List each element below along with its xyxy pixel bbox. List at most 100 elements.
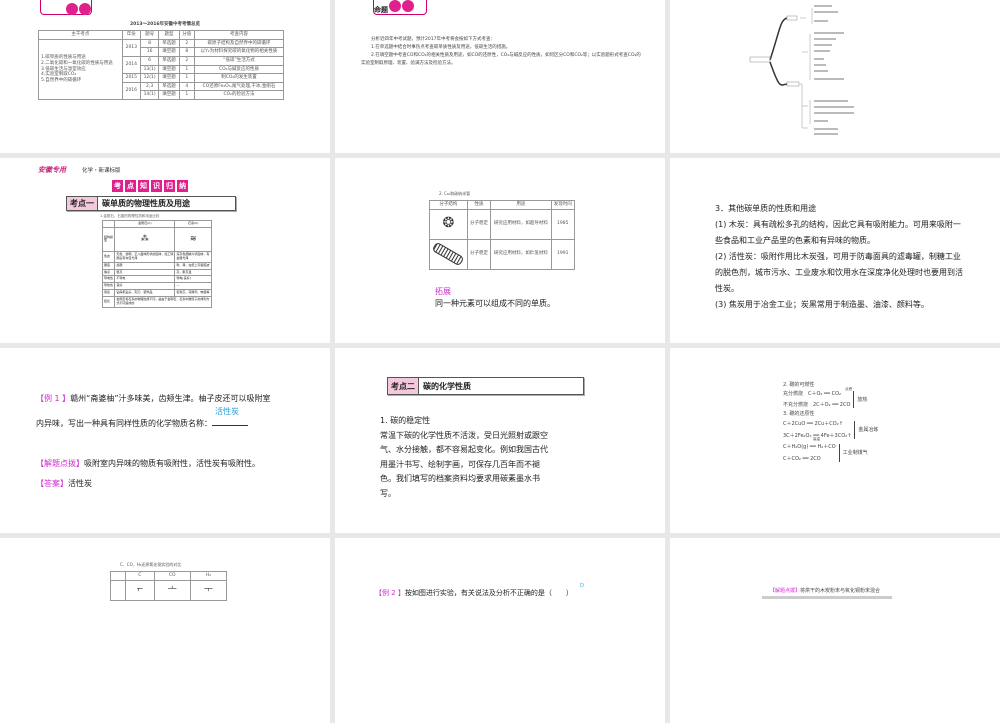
text: 1985: [550, 208, 575, 240]
section-banner: 考 点 知 识 归 纳: [112, 180, 188, 192]
text: 归: [164, 180, 175, 192]
text: 【例 1 】: [36, 394, 71, 403]
text: 碳的化学性质: [423, 381, 471, 391]
slide-thumbnail-1[interactable]: 2013～2016年安徽中考考情总览 主干考点 年份 题号 题型 分值 考查内容 1.碳单…: [0, 0, 330, 153]
slide-thumbnail-12[interactable]: 【解题点拨】将烘干的木炭粉末与氧化铜粉末混合: [670, 538, 1000, 723]
table-row: 分子结构 性质 用途 发现时间: [429, 200, 575, 210]
text: 2013: [121, 38, 141, 57]
text: 很高: [114, 268, 176, 277]
table-row: 硬度 最硬 软、滑，在纸上可留痕迹: [101, 261, 212, 270]
text: 结论: [101, 296, 116, 308]
text: C＋CO₂ ══ 2CO: [783, 456, 821, 462]
slide-thumbnail-9[interactable]: 2. 碳的可燃性 充分燃烧 C＋O₂ ══ CO₂ 不充分燃烧 2C＋O₂ ══ …: [670, 348, 1000, 533]
apparatus-c-icon: ┳━: [125, 579, 155, 601]
graphite-structure-icon: ≋: [174, 226, 212, 252]
text: 最硬: [114, 261, 176, 270]
exam-table: 主干考点 年份 题号 题型 分值 考查内容 1.碳单质的性质与用途 2.二氧化碳和一氧化碳的…: [38, 30, 285, 101]
text: 考点一: [67, 197, 98, 210]
text: 工业制煤气: [842, 450, 868, 456]
slide-thumbnail-5[interactable]: 2. C₆₀和碳纳米管 分子结构 性质 用途 发现时间 ❂ 分子稳定 研究应用材料，如超导…: [335, 158, 665, 343]
table-row: 用途 钻探机钻头、刻刀、装饰品 铅笔芯、润滑剂、电极等: [101, 289, 212, 298]
th: 年份: [121, 30, 141, 40]
text: 熔点: [101, 268, 116, 277]
text: 点燃: [845, 387, 852, 391]
text: 2.二氧化碳和一氧化碳的性质与用途: [41, 60, 113, 66]
text: 碳原子结构及自然界中的碳循环: [193, 38, 285, 49]
text: 单选题: [158, 55, 180, 66]
element: 内异味，写出一种具有同样性质的化学物质名称： 活性炭: [36, 407, 296, 432]
text: 1. 碳的稳定性: [380, 416, 431, 425]
text: 1: [178, 64, 195, 75]
text: “低碳”生活方式: [193, 55, 285, 66]
text: 将烘干的木炭粉末与氧化铜粉末混合: [800, 588, 881, 594]
answer-mark: D: [580, 583, 584, 589]
c60-nanotube-table: 分子结构 性质 用途 发现时间 ❂ 分子稳定 研究应用材料，如超导材料 1985 分子稳定研…: [429, 200, 575, 270]
slide-thumbnail-11[interactable]: 【例 2 】按如图进行实验，有关说法及分析不正确的是（ ） D: [335, 538, 665, 723]
slide-thumbnail-2[interactable]: 命题 分析近四年中考试题，预计2017年中考将会按如下方式考查： 1.在单选题中…: [335, 0, 665, 153]
text: 研究应用材料，如超导材料: [490, 208, 552, 240]
table-row: 金刚石(C) 石墨(C): [101, 220, 212, 228]
subject-label: 化学・新课标版: [82, 168, 121, 174]
table-row: 导电性 不导电 导电(良好): [101, 275, 212, 284]
text: (2) 活性炭：吸附作用比木炭强，可用于防毒面具的滤毒罐，制糖工业的脱色剂，城市…: [715, 252, 963, 293]
table-title: 2. C₆₀和碳纳米管: [439, 191, 471, 196]
text: 赣州“斋婆柚”汁多味美，齿颊生津。柚子皮还可以吸附室: [70, 394, 271, 403]
table-cell: [110, 579, 126, 601]
text: 按如图进行实验，有关说法及分析不正确的是（ ）: [404, 589, 573, 597]
text: 5.自然界中的碳循环: [41, 77, 82, 83]
text: 无色、透明、正八面体形状的固体，加工琢磨后有夺目光泽: [114, 250, 176, 263]
text: 识: [151, 180, 162, 192]
solution-tip: 【解题点拨】将烘干的木炭粉末与氧化铜粉末混合: [770, 587, 880, 594]
element: C＋H₂O(g) ══ H₂＋CO C＋CO₂ ══ 2CO 工业制煤气: [783, 444, 893, 462]
text-line-fragment: [762, 596, 892, 599]
text: 碳单质的物理性质及用途: [102, 199, 190, 208]
text: 单选题: [158, 38, 180, 49]
table-row: ❂ 分子稳定 研究应用材料，如超导材料 1985: [429, 208, 575, 240]
text: [110, 571, 126, 581]
slide-thumbnail-4[interactable]: 安徽专用 化学・新课标版 考 点 知 识 归 纳 考点一 碳单质的物理性质及用途 …: [0, 158, 330, 343]
carbon-reactions: 2. 碳的可燃性 充分燃烧 C＋O₂ ══ CO₂ 不充分燃烧 2C＋O₂ ══ …: [783, 382, 893, 462]
slide-thumbnail-8[interactable]: 考点二 碳的化学性质 1. 碳的稳定性 常温下碳的化学性质不活泼，受日光照射或跟空…: [335, 348, 665, 533]
text: 结构模型: [101, 226, 116, 252]
carbon-uses-text: 3．其他碳单质的性质和用途 (1) 木炭：具有疏松多孔的结构，因此它具有吸附能力…: [715, 201, 965, 313]
element: 充分燃烧 C＋O₂ ══ CO₂ 不充分燃烧 2C＋O₂ ══ 2CO 放热: [783, 391, 893, 408]
text: 2.在填空题中考查CO和CO₂的相关性质及用途，如CO的还原性，CO₂与碱反应的…: [361, 53, 641, 66]
text: 填空题: [158, 73, 180, 83]
text: 3. 碳的还原性: [783, 411, 815, 417]
element: 【解题点拨】吸附室内异味的物质有吸附性，活性炭有吸附性。: [36, 456, 296, 472]
text: 填空题: [158, 64, 180, 75]
slide-thumbnail-3[interactable]: [670, 0, 1000, 153]
text: 金刚石(C): [114, 220, 176, 228]
text: 1991: [550, 238, 575, 270]
text: 13(1): [139, 64, 160, 75]
slide-thumbnail-6[interactable]: 3．其他碳单质的性质和用途 (1) 木炭：具有疏松多孔的结构，因此它具有吸附能力…: [670, 158, 1000, 343]
section-heading-kaodian-2: 考点二 碳的化学性质: [387, 377, 584, 395]
text: 1: [178, 73, 195, 83]
text: 导热性: [101, 282, 116, 291]
text: 钻探机钻头、刻刀、装饰品: [114, 289, 176, 298]
text: 2014: [121, 55, 141, 75]
slide-thumbnail-7[interactable]: 【例 1 】赣州“斋婆柚”汁多味美，齿颊生津。柚子皮还可以吸附室 内异味，写出一…: [0, 348, 330, 533]
text: 金属冶炼: [858, 427, 879, 433]
apparatus-h2-icon: ━┳━: [189, 579, 228, 601]
c60-molecule-icon: ❂: [429, 208, 468, 240]
text: 点: [125, 180, 136, 192]
mind-map-diagram: [749, 5, 854, 135]
text: 分析近四年中考试题，预计2017年中考将会按如下方式考查：: [371, 37, 495, 42]
table-row: C CO H₂: [110, 571, 228, 581]
text: 考: [112, 180, 123, 192]
text: 3．其他碳单质的性质和用途: [715, 204, 817, 213]
text: 1: [178, 90, 195, 100]
text: H₂: [189, 571, 228, 581]
header-badge: 命题: [373, 0, 427, 15]
element: [79, 3, 91, 15]
text: 【解题点拨】: [770, 588, 801, 594]
text: (1) 木炭：具有疏松多孔的结构，因此它具有吸附能力。可用来吸附一些食品和工业产…: [715, 220, 961, 245]
text: C: [125, 571, 155, 581]
text: 1.在单选题中结合时事热点考查碳单质性质及用途，低碳生活的措施。: [371, 45, 511, 50]
text: 纳: [177, 180, 188, 192]
text: 充分燃烧 C＋O₂ ══ CO₂: [783, 391, 842, 397]
text: 高，耐高温: [174, 268, 212, 277]
th: 题号: [139, 30, 160, 40]
slide-thumbnail-10[interactable]: C、CO、H₂还原氧化铜实验的对比 C CO H₂ ┳━ ━┻━ ━┳━: [0, 538, 330, 723]
